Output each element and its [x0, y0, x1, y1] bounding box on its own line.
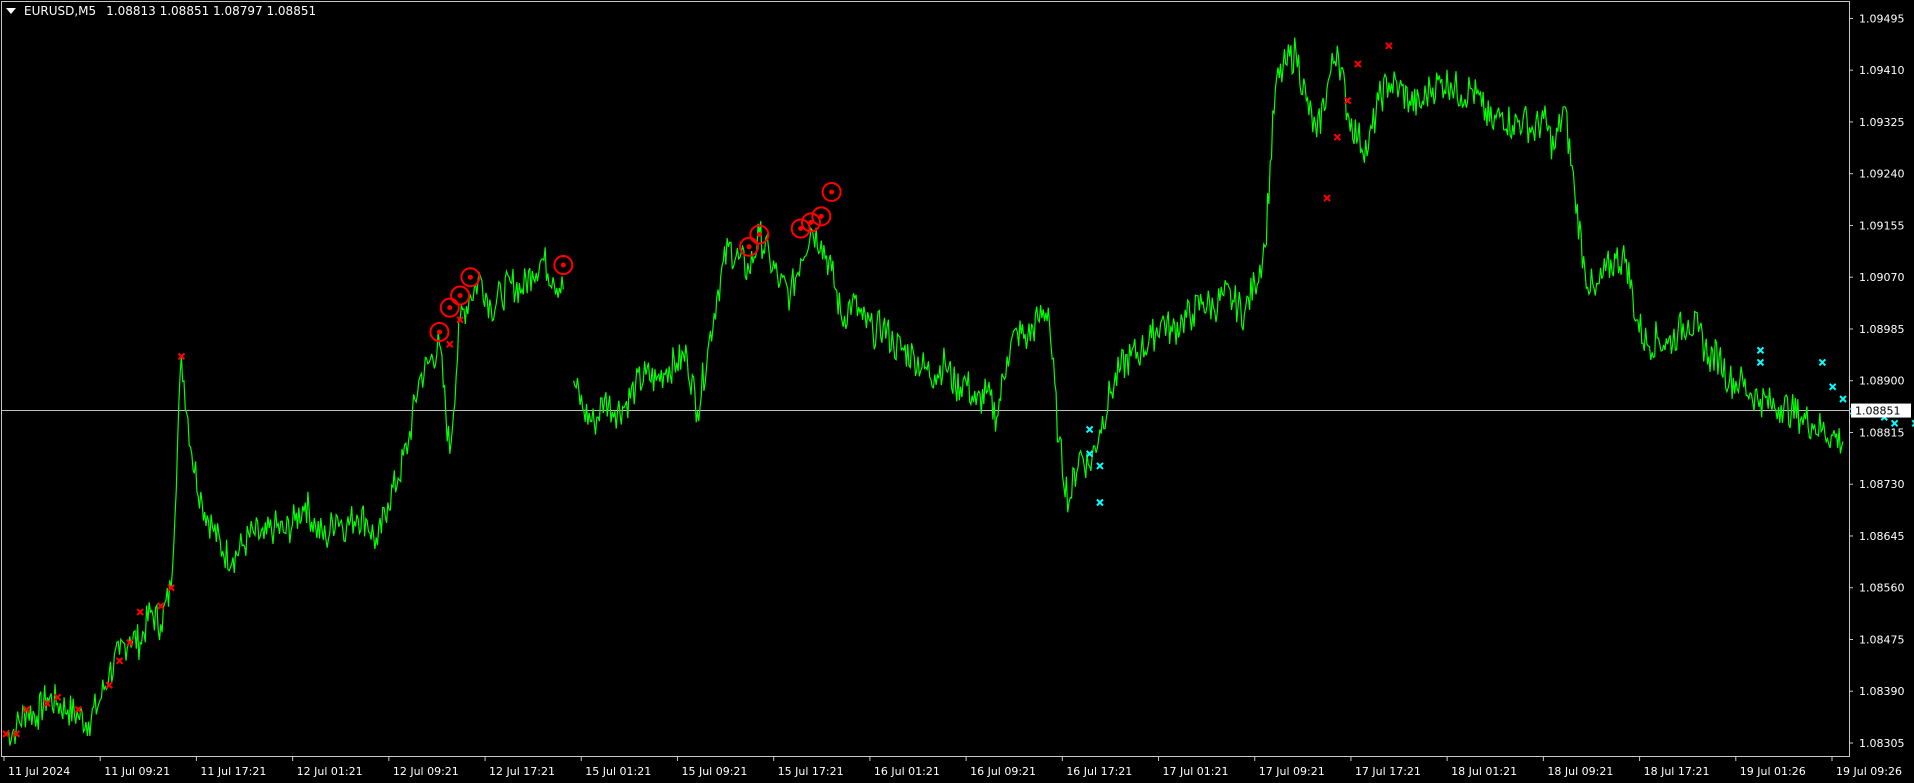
time-tick-label: 18 Jul 01:21	[1451, 765, 1517, 778]
time-tick-label: 16 Jul 09:21	[970, 765, 1036, 778]
time-tick-label: 16 Jul 01:21	[874, 765, 940, 778]
time-tick-label: 19 Jul 01:26	[1740, 765, 1806, 778]
buy-signal-cross	[1890, 419, 1899, 428]
price-tick-label: 1.08560	[1859, 582, 1905, 595]
price-tick-label: 1.08645	[1859, 530, 1905, 543]
time-tick-label: 12 Jul 09:21	[393, 765, 459, 778]
price-tick-label: 1.09240	[1859, 168, 1905, 181]
price-tick-label: 1.08305	[1859, 737, 1905, 750]
price-tick-label: 1.09410	[1859, 64, 1905, 77]
time-tick-label: 11 Jul 17:21	[200, 765, 266, 778]
symbol-header: EURUSD,M5 1.08813 1.08851 1.08797 1.0885…	[6, 4, 316, 18]
plot-frame	[1, 1, 1850, 757]
price-tick-label: 1.09325	[1859, 116, 1905, 129]
price-tick-label: 1.08730	[1859, 478, 1905, 491]
time-tick-label: 18 Jul 09:21	[1547, 765, 1613, 778]
time-tick-label: 19 Jul 09:26	[1836, 765, 1902, 778]
price-tick-label: 1.09070	[1859, 271, 1905, 284]
time-tick-label: 17 Jul 17:21	[1355, 765, 1421, 778]
time-tick-label: 18 Jul 17:21	[1644, 765, 1710, 778]
time-tick-label: 15 Jul 09:21	[681, 765, 747, 778]
price-tick-label: 1.08815	[1859, 426, 1905, 439]
price-tick-label: 1.08900	[1859, 375, 1905, 388]
price-tick-label: 1.08390	[1859, 685, 1905, 698]
bid-price-label: 1.08851	[1855, 405, 1901, 418]
symbol-label: EURUSD,M5	[24, 4, 97, 18]
time-tick-label: 17 Jul 01:21	[1163, 765, 1229, 778]
time-tick-label: 11 Jul 09:21	[104, 765, 170, 778]
price-tick-label: 1.08475	[1859, 633, 1905, 646]
time-tick-label: 12 Jul 17:21	[489, 765, 555, 778]
dropdown-triangle-icon[interactable]	[6, 8, 16, 14]
price-tick-label: 1.09495	[1859, 12, 1905, 25]
time-axis: 11 Jul 2024 11 Jul 09:21 11 Jul 17:21 12 Ju…	[3, 757, 1902, 778]
time-tick-label: 17 Jul 09:21	[1259, 765, 1325, 778]
time-tick-label: 15 Jul 17:21	[778, 765, 844, 778]
time-tick-label: 15 Jul 01:21	[585, 765, 651, 778]
ohlc-readout: 1.08813 1.08851 1.08797 1.08851	[106, 4, 317, 18]
price-tick-label: 1.09155	[1859, 219, 1905, 232]
price-tick-label: 1.08985	[1859, 323, 1905, 336]
time-tick-label: 12 Jul 01:21	[297, 765, 363, 778]
time-tick-label: 16 Jul 17:21	[1066, 765, 1132, 778]
chart-window[interactable]: 1.09495 1.09410 1.09325 1.09240 1.09155 1.090…	[0, 0, 1914, 783]
price-axis: 1.09495 1.09410 1.09325 1.09240 1.09155 1.090…	[1849, 12, 1911, 750]
time-tick-label: 11 Jul 2024	[8, 765, 70, 778]
